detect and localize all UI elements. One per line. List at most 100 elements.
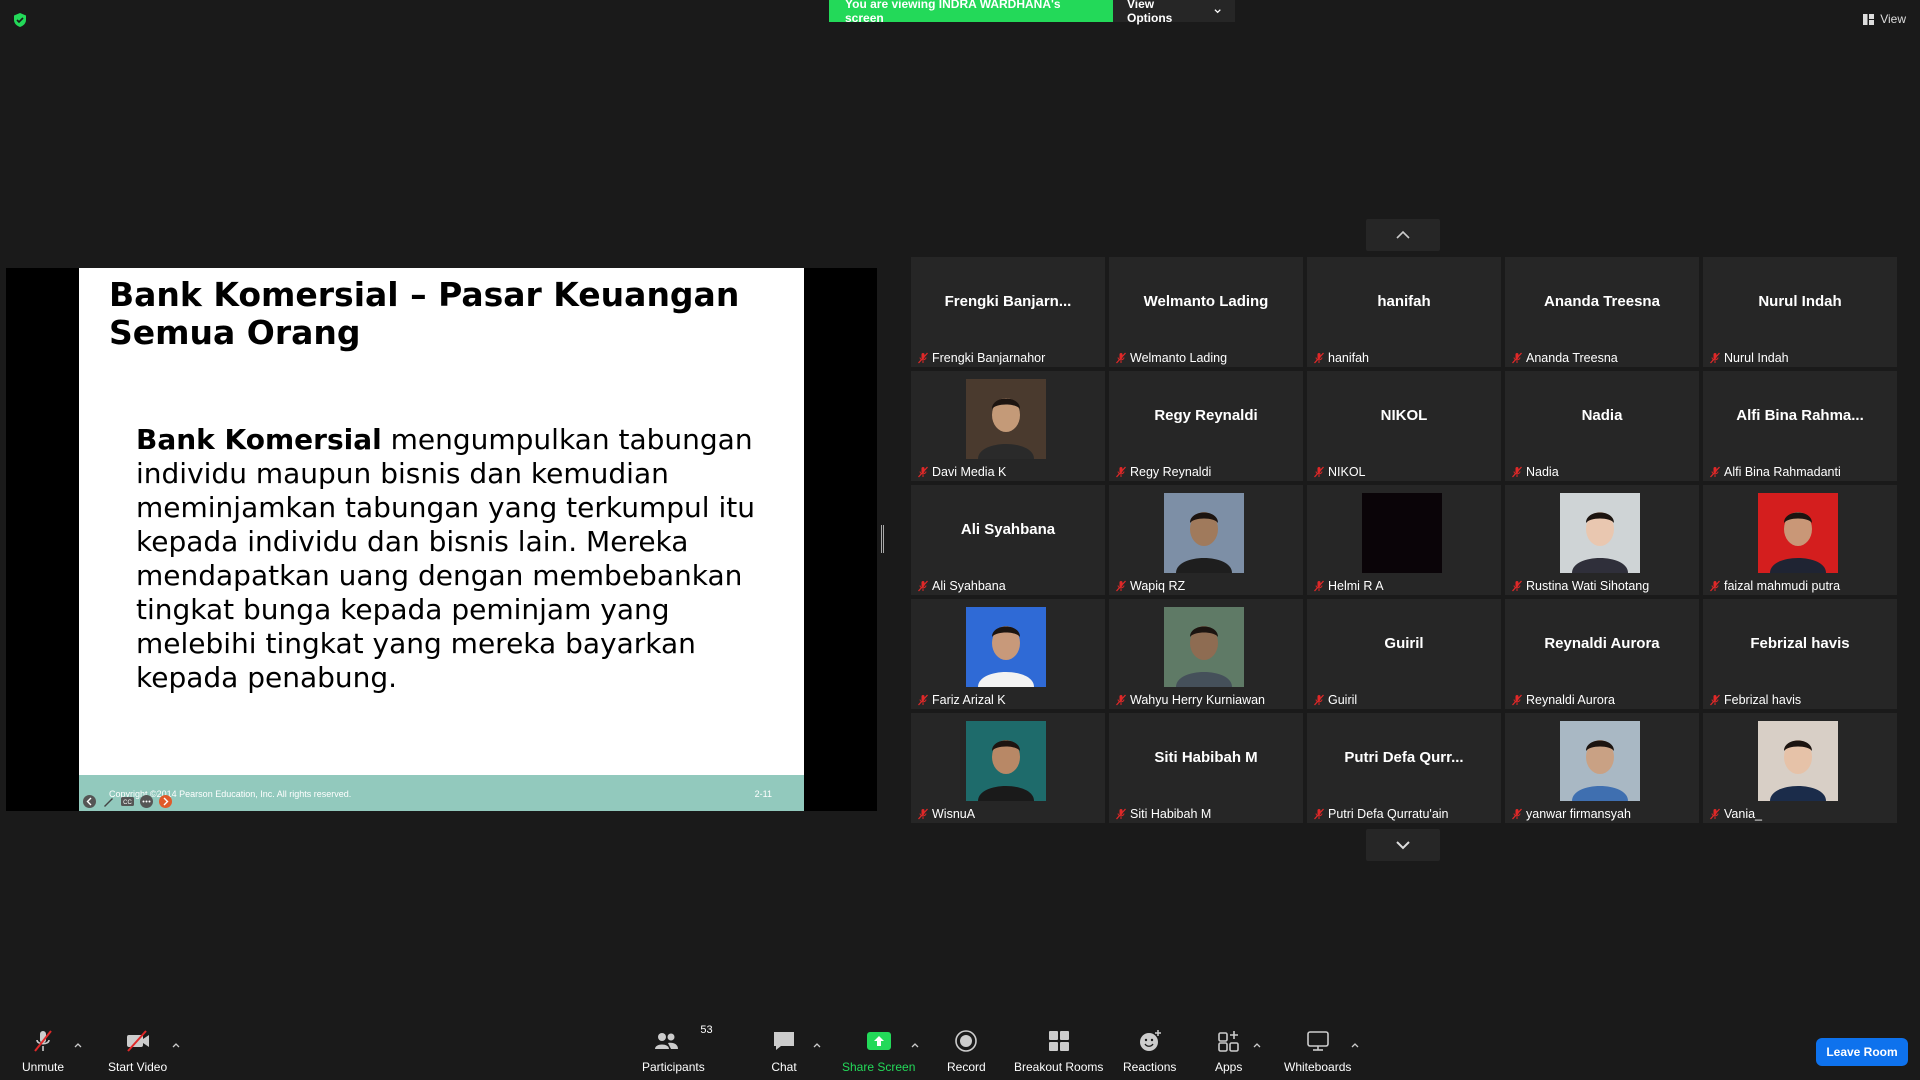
microphone-muted-icon [1116,580,1126,592]
participant-tile[interactable]: Reynaldi Aurora Reynaldi Aurora [1505,599,1699,709]
microphone-muted-icon [1314,466,1324,478]
previous-slide-icon[interactable] [82,794,97,809]
share-screen-label: Share Screen [842,1060,916,1074]
participant-name-label: Reynaldi Aurora [1511,693,1615,707]
participant-tile[interactable]: Helmi R A [1307,485,1501,595]
gallery-page-up-button[interactable] [1366,219,1440,251]
breakout-rooms-button[interactable]: Breakout Rooms [1014,1028,1103,1074]
share-screen-button[interactable]: Share Screen [842,1028,915,1074]
participant-display-name: Siti Habibah M [1154,749,1258,766]
participant-tile[interactable]: Regy Reynaldi Regy Reynaldi [1109,371,1303,481]
participant-name: Wapiq RZ [1130,579,1186,593]
participant-tile[interactable]: Siti Habibah M Siti Habibah M [1109,713,1303,823]
participant-tile[interactable]: hanifah hanifah [1307,257,1501,367]
participant-name: Guiril [1328,693,1358,707]
whiteboards-button[interactable]: Whiteboards [1284,1028,1351,1074]
audio-options-caret-icon[interactable] [74,1042,82,1048]
svg-text:CC: CC [123,800,132,806]
record-label: Record [947,1060,986,1074]
participant-tile[interactable]: Davi Media K [911,371,1105,481]
participant-display-name: NIKOL [1380,407,1428,424]
participant-name-label: Siti Habibah M [1115,807,1211,821]
participants-icon [655,1033,679,1049]
pen-icon[interactable] [101,794,116,809]
participant-name: Reynaldi Aurora [1526,693,1615,707]
participant-display-name: Guiril [1384,635,1424,652]
participant-tile[interactable]: Alfi Bina Rahma... Alfi Bina Rahmadanti [1703,371,1897,481]
encryption-shield-icon[interactable] [12,12,28,28]
grid-view-icon [1863,13,1875,25]
microphone-muted-icon [1710,580,1720,592]
participant-display-name: Alfi Bina Rahma... [1736,407,1864,424]
participant-tile[interactable]: Ali Syahbana Ali Syahbana [911,485,1105,595]
more-options-icon[interactable] [139,794,154,809]
participant-name-label: hanifah [1313,351,1369,365]
video-camera-off-icon [126,1030,149,1052]
microphone-muted-icon [1116,808,1126,820]
slide-footer: Copyright ©2014 Pearson Education, Inc. … [79,775,804,811]
chat-button[interactable]: Chat [771,1028,797,1074]
unmute-button[interactable]: Unmute [22,1028,64,1074]
captions-icon[interactable]: CC [120,794,135,809]
participant-name-label: NIKOL [1313,465,1366,479]
unmute-label: Unmute [22,1060,65,1074]
chevron-up-icon [1396,230,1410,239]
reactions-button[interactable]: Reactions [1123,1028,1176,1074]
participant-display-name: hanifah [1377,293,1431,310]
microphone-muted-icon [1710,466,1720,478]
slide-body-bold: Bank Komersial [136,423,382,456]
participant-tile[interactable]: Frengki Banjarn... Frengki Banjarnahor [911,257,1105,367]
microphone-muted-icon [1512,580,1522,592]
participant-name: Fariz Arizal K [932,693,1006,707]
participants-button[interactable]: 53 Participants [642,1024,713,1074]
chat-bubble-icon [774,1032,794,1050]
participant-tile[interactable]: Wahyu Herry Kurniawan [1109,599,1303,709]
participants-count: 53 [700,1024,713,1036]
participant-tile[interactable]: Welmanto Lading Welmanto Lading [1109,257,1303,367]
participant-tile[interactable]: Vania_ [1703,713,1897,823]
participant-tile[interactable]: WisnuA [911,713,1105,823]
view-options-button[interactable]: View Options [1113,0,1235,25]
participant-tile[interactable]: NIKOL NIKOL [1307,371,1501,481]
participant-tile[interactable]: Nurul Indah Nurul Indah [1703,257,1897,367]
participant-tile[interactable]: Guiril Guiril [1307,599,1501,709]
participant-tile[interactable]: Rustina Wati Sihotang [1505,485,1699,595]
participant-tile[interactable]: Febrizal havis Febrizal havis [1703,599,1897,709]
whiteboards-label: Whiteboards [1284,1060,1352,1074]
record-button[interactable]: Record [947,1028,986,1074]
split-resize-handle[interactable] [881,525,884,553]
participant-tile[interactable]: faizal mahmudi putra [1703,485,1897,595]
participant-name-label: Febrizal havis [1709,693,1801,707]
participant-name: WisnuA [932,807,976,821]
leave-room-button[interactable]: Leave Room [1816,1038,1908,1066]
participant-photo [1758,721,1838,801]
chat-options-caret-icon[interactable] [813,1042,821,1048]
share-screen-icon [866,1032,891,1050]
participant-name-label: Fariz Arizal K [917,693,1006,707]
gallery-page-down-button[interactable] [1366,829,1440,861]
participant-tile[interactable]: Wapiq RZ [1109,485,1303,595]
apps-button[interactable]: Apps [1215,1028,1242,1074]
participant-tile[interactable]: Ananda Treesna Ananda Treesna [1505,257,1699,367]
participant-photo [966,379,1046,459]
apps-options-caret-icon[interactable] [1253,1042,1261,1048]
participant-tile[interactable]: Fariz Arizal K [911,599,1105,709]
chevron-down-icon [1396,841,1410,850]
share-options-caret-icon[interactable] [911,1042,919,1048]
start-video-button[interactable]: Start Video [108,1028,167,1074]
participant-name-label: Welmanto Lading [1115,351,1227,365]
participant-tile[interactable]: Nadia Nadia [1505,371,1699,481]
participant-tile[interactable]: Putri Defa Qurr... Putri Defa Qurratu'ain [1307,713,1501,823]
view-button[interactable]: View [1863,12,1906,26]
participant-photo [1560,493,1640,573]
participant-name-label: Ananda Treesna [1511,351,1618,365]
video-options-caret-icon[interactable] [172,1042,180,1048]
whiteboard-icon [1306,1031,1329,1051]
next-slide-icon[interactable] [158,794,173,809]
apps-label: Apps [1215,1060,1243,1074]
participant-tile[interactable]: yanwar firmansyah [1505,713,1699,823]
whiteboards-options-caret-icon[interactable] [1351,1042,1359,1048]
microphone-muted-icon [1314,808,1324,820]
microphone-muted-icon [918,466,928,478]
microphone-muted-icon [1512,694,1522,706]
